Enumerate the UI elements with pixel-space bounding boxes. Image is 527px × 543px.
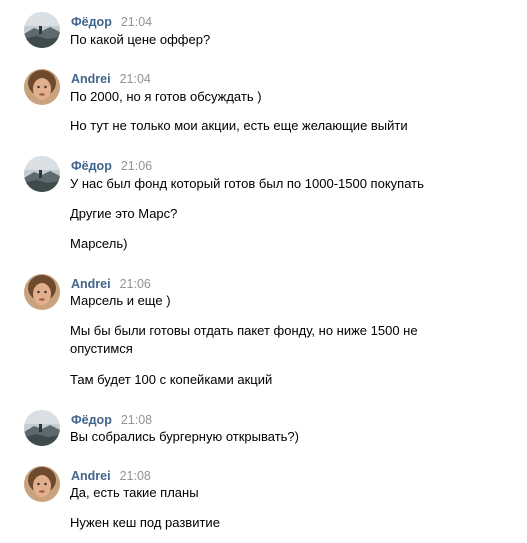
message-text: Мы бы были готовы отдать пакет фонду, но… bbox=[70, 323, 418, 338]
message-text: По 2000, но я готов обсуждать ) bbox=[70, 89, 262, 104]
message-time: 21:04 bbox=[119, 72, 151, 86]
author-name[interactable]: Фёдор bbox=[71, 159, 112, 173]
message-text: Другие это Марс? bbox=[70, 206, 178, 221]
chat-history: Фёдор 21:04 По какой цене оффер? Andrei 21… bbox=[0, 0, 527, 543]
message-time: 21:06 bbox=[119, 277, 151, 291]
message-text: Там будет 100 с копейками акций bbox=[70, 372, 273, 387]
message-header: Фёдор 21:06 bbox=[71, 157, 152, 173]
message-text: Да, есть такие планы bbox=[70, 485, 199, 500]
author-name[interactable]: Фёдор bbox=[71, 15, 112, 29]
fedor-avatar[interactable] bbox=[24, 156, 60, 192]
andrei-avatar[interactable] bbox=[24, 274, 60, 310]
author-name[interactable]: Andrei bbox=[71, 72, 111, 86]
message-header: Andrei 21:08 bbox=[71, 467, 151, 483]
message-text: Марсель) bbox=[70, 236, 128, 251]
message-header: Andrei 21:06 bbox=[71, 275, 151, 291]
message-time: 21:04 bbox=[120, 15, 153, 29]
message-header: Фёдор 21:08 bbox=[71, 411, 152, 427]
fedor-avatar[interactable] bbox=[24, 12, 60, 48]
message-time: 21:06 bbox=[120, 159, 153, 173]
message-time: 21:08 bbox=[119, 469, 151, 483]
message-header: Andrei 21:04 bbox=[71, 70, 151, 86]
message-text: У нас был фонд который готов был по 1000… bbox=[70, 176, 424, 191]
author-name[interactable]: Фёдор bbox=[71, 413, 112, 427]
message-time: 21:08 bbox=[120, 413, 153, 427]
message-text: опустимся bbox=[70, 341, 133, 356]
author-name[interactable]: Andrei bbox=[71, 277, 111, 291]
andrei-avatar[interactable] bbox=[24, 466, 60, 502]
message-text: Марсель и еще ) bbox=[70, 293, 171, 308]
message-text: Но тут не только мои акции, есть еще жел… bbox=[70, 118, 408, 133]
fedor-avatar[interactable] bbox=[24, 410, 60, 446]
message-header: Фёдор 21:04 bbox=[71, 13, 152, 29]
message-text: Вы собрались бургерную открывать?) bbox=[70, 429, 299, 444]
message-text: По какой цене оффер? bbox=[70, 32, 211, 47]
andrei-avatar[interactable] bbox=[24, 69, 60, 105]
author-name[interactable]: Andrei bbox=[71, 469, 111, 483]
message-text: Нужен кеш под развитие bbox=[70, 515, 220, 530]
